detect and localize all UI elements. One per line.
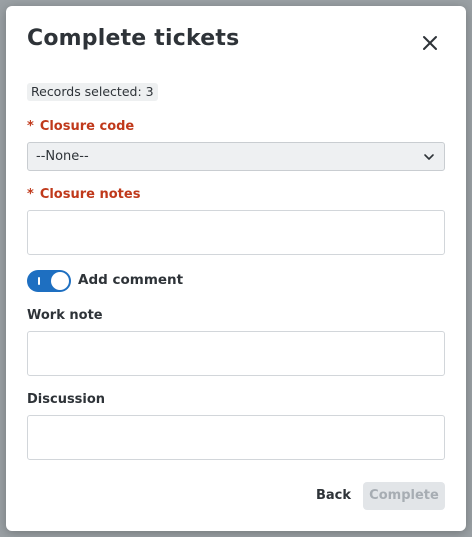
close-button[interactable] bbox=[417, 30, 443, 56]
closure-code-select[interactable]: --None-- bbox=[27, 142, 445, 171]
chevron-down-icon bbox=[424, 154, 434, 160]
add-comment-label: Add comment bbox=[78, 272, 184, 288]
toggle-knob bbox=[51, 272, 69, 290]
closure-notes-label: * Closure notes bbox=[27, 187, 140, 202]
discussion-textarea[interactable] bbox=[27, 415, 445, 460]
dialog-title: Complete tickets bbox=[27, 26, 240, 51]
toggle-on-indicator bbox=[38, 277, 40, 285]
closure-code-label-text: Closure code bbox=[39, 119, 135, 134]
required-marker: * bbox=[27, 119, 34, 134]
complete-tickets-dialog: Complete tickets Records selected: 3 * Cl… bbox=[6, 6, 466, 531]
work-note-textarea[interactable] bbox=[27, 331, 445, 376]
work-note-label: Work note bbox=[27, 308, 103, 323]
records-selected-badge: Records selected: 3 bbox=[27, 83, 158, 101]
complete-button[interactable]: Complete bbox=[363, 482, 445, 510]
closure-code-label: * Closure code bbox=[27, 119, 134, 134]
closure-code-selected-value: --None-- bbox=[36, 149, 89, 164]
closure-notes-label-text: Closure notes bbox=[39, 187, 141, 202]
discussion-label: Discussion bbox=[27, 392, 106, 407]
close-icon bbox=[423, 36, 437, 50]
closure-notes-textarea[interactable] bbox=[27, 210, 445, 255]
back-button[interactable]: Back bbox=[310, 483, 357, 509]
add-comment-toggle[interactable] bbox=[27, 270, 71, 292]
required-marker: * bbox=[27, 187, 34, 202]
